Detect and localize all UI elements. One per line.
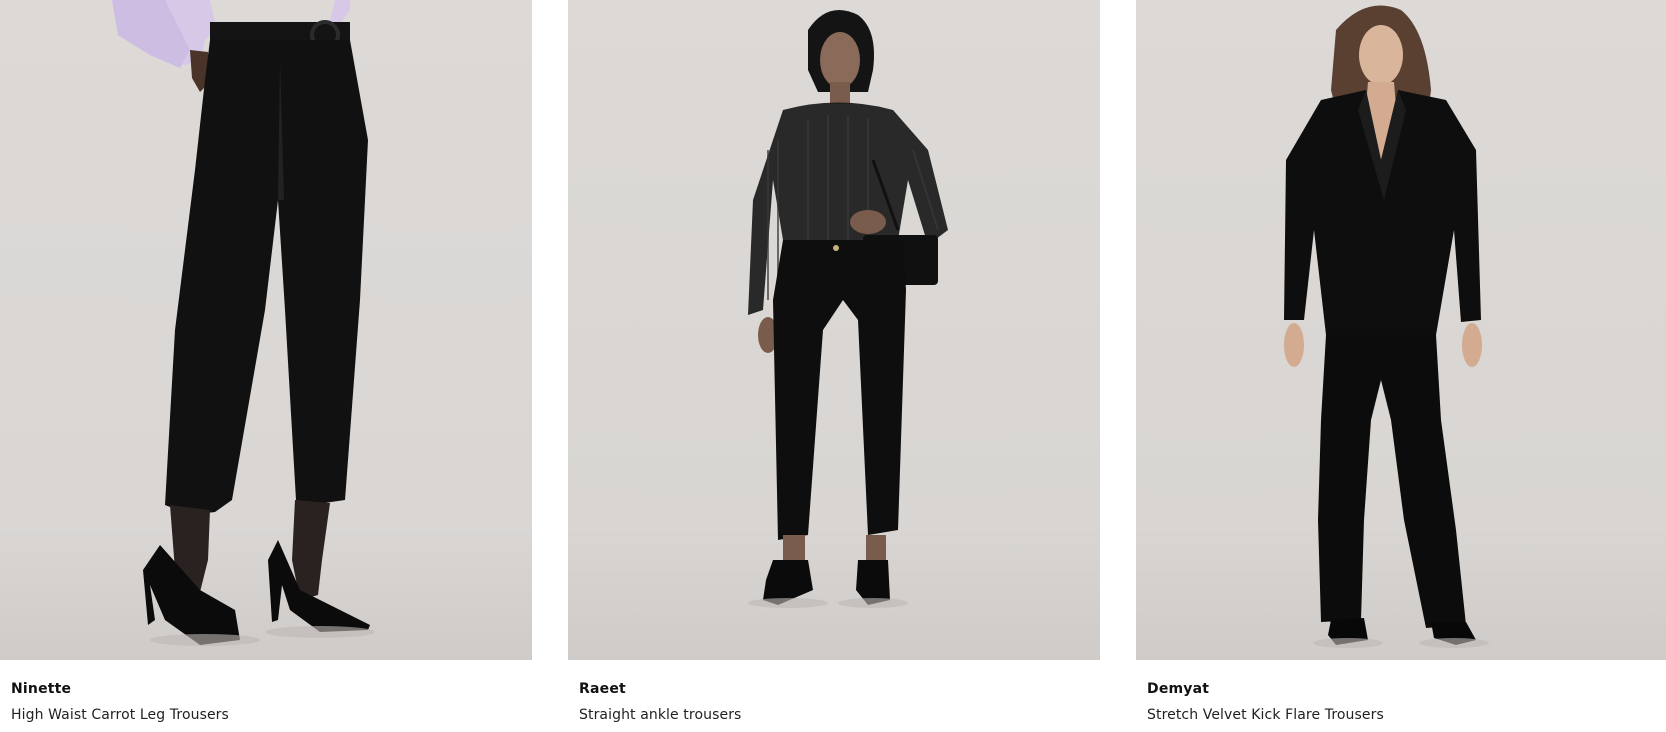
product-description[interactable]: Straight ankle trousers — [579, 707, 741, 723]
product-image[interactable] — [1136, 0, 1666, 660]
product-photo-ninette — [0, 0, 532, 660]
product-photo-demyat — [1136, 0, 1666, 660]
product-description[interactable]: High Waist Carrot Leg Trousers — [11, 707, 229, 723]
product-photo-raeet — [568, 0, 1100, 660]
product-image[interactable] — [568, 0, 1100, 660]
product-description[interactable]: Stretch Velvet Kick Flare Trousers — [1147, 707, 1384, 723]
product-name[interactable]: Ninette — [11, 681, 71, 697]
product-name[interactable]: Raeet — [579, 681, 626, 697]
product-card-demyat[interactable]: Demyat Stretch Velvet Kick Flare Trouser… — [1136, 0, 1666, 732]
product-card-raeet[interactable]: Raeet Straight ankle trousers — [568, 0, 1100, 732]
product-card-ninette[interactable]: Ninette High Waist Carrot Leg Trousers — [0, 0, 532, 732]
product-grid: Ninette High Waist Carrot Leg Trousers R… — [0, 0, 1666, 732]
product-name[interactable]: Demyat — [1147, 681, 1209, 697]
product-image[interactable] — [0, 0, 532, 660]
